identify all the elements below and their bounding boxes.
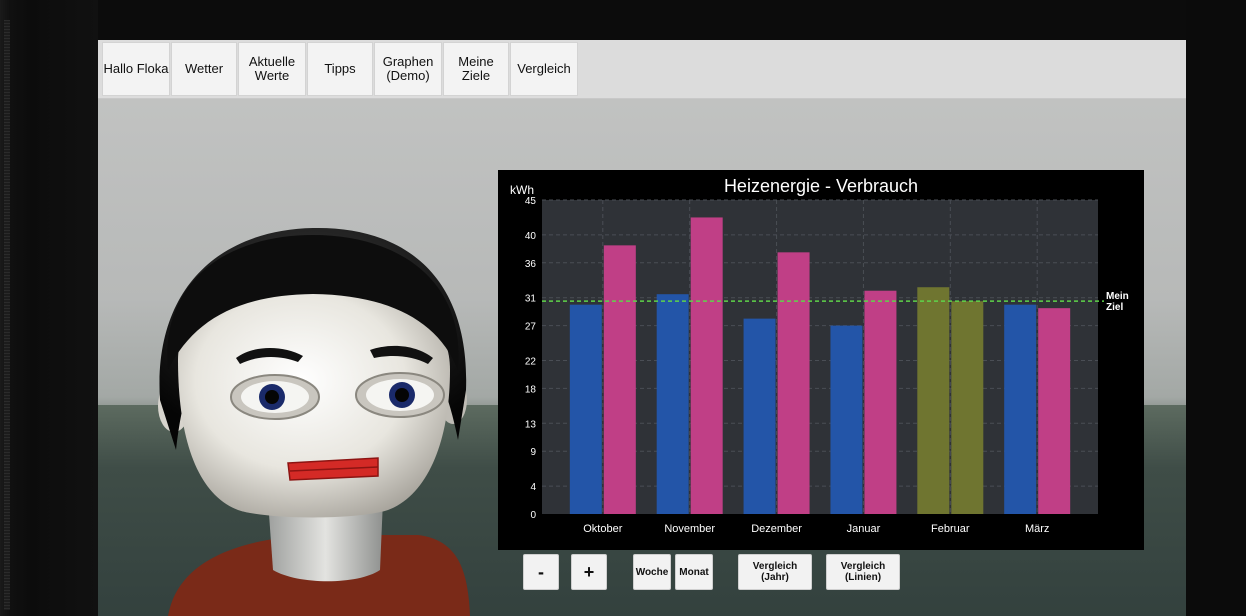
frame-edge (4, 20, 10, 610)
y-tick-label: 18 (525, 384, 537, 395)
bar-februar-0 (917, 287, 950, 514)
bar-januar-0 (830, 325, 863, 514)
bar-februar-1 (951, 301, 984, 514)
bar-januar-1 (864, 290, 897, 514)
bar-november-0 (656, 294, 689, 514)
y-tick-label: 9 (530, 447, 536, 458)
chart-title: Heizenergie - Verbrauch (724, 176, 918, 196)
y-tick-label: 4 (530, 482, 536, 493)
y-tick-label: 40 (525, 231, 537, 242)
y-tick-label: 31 (525, 294, 537, 305)
tab-vergleich[interactable]: Vergleich (510, 42, 578, 96)
x-tick-label: Dezember (751, 523, 802, 535)
left-pupil (265, 390, 279, 404)
goal-label: Ziel (1106, 302, 1123, 313)
x-tick-label: Januar (847, 523, 881, 535)
y-tick-label: 45 (525, 196, 537, 207)
right-eyebrow (370, 345, 433, 364)
frame-top (0, 0, 1246, 40)
bar-november-1 (690, 217, 723, 514)
x-tick-label: Oktober (583, 523, 622, 535)
bar-dezember-1 (777, 252, 810, 514)
x-tick-label: März (1025, 523, 1049, 535)
energy-bar-chart: Heizenergie - Verbrauch kWh 0 4 9 13 18 22 27 31 3… (510, 176, 1129, 535)
month-button[interactable]: Monat (675, 554, 713, 590)
right-pupil (395, 388, 409, 402)
bar-märz-1 (1038, 308, 1071, 514)
compare-lines-button[interactable]: Vergleich (Linien) (826, 554, 900, 590)
bar-märz-0 (1004, 304, 1037, 514)
y-tick-label: 13 (525, 419, 537, 430)
zoom-out-button[interactable]: - (523, 554, 559, 590)
tab-hallo-floka[interactable]: Hallo Floka (102, 42, 170, 96)
tab-graphen-demo[interactable]: Graphen (Demo) (374, 42, 442, 96)
tab-wetter[interactable]: Wetter (171, 42, 237, 96)
y-axis-label: kWh (510, 183, 534, 197)
frame-left (0, 0, 98, 616)
bar-oktober-1 (603, 245, 636, 514)
y-tick-label: 22 (525, 356, 537, 367)
goal-label: Mein (1106, 291, 1129, 302)
y-tick-label: 0 (530, 510, 536, 521)
compare-year-button[interactable]: Vergleich (Jahr) (738, 554, 812, 590)
app-screen: Hallo Floka Wetter Aktuelle Werte Tipps … (98, 40, 1186, 616)
zoom-in-button[interactable]: + (571, 554, 607, 590)
tab-bar: Hallo Floka Wetter Aktuelle Werte Tipps … (98, 40, 1186, 99)
week-button[interactable]: Woche (633, 554, 671, 590)
tab-tipps[interactable]: Tipps (307, 42, 373, 96)
bar-dezember-0 (743, 318, 776, 514)
y-tick-label: 27 (525, 322, 537, 333)
left-eyebrow (236, 347, 303, 364)
x-tick-label: November (664, 523, 715, 535)
frame-right (1186, 0, 1246, 616)
y-tick-label: 36 (525, 259, 537, 270)
bar-oktober-0 (569, 304, 602, 514)
hair-top (167, 235, 459, 370)
x-tick-label: Februar (931, 523, 970, 535)
tab-meine-ziele[interactable]: Meine Ziele (443, 42, 509, 96)
energy-chart-panel: Heizenergie - Verbrauch kWh 0 4 9 13 18 22 27 31 3… (498, 170, 1144, 550)
tab-aktuelle-werte[interactable]: Aktuelle Werte (238, 42, 306, 96)
